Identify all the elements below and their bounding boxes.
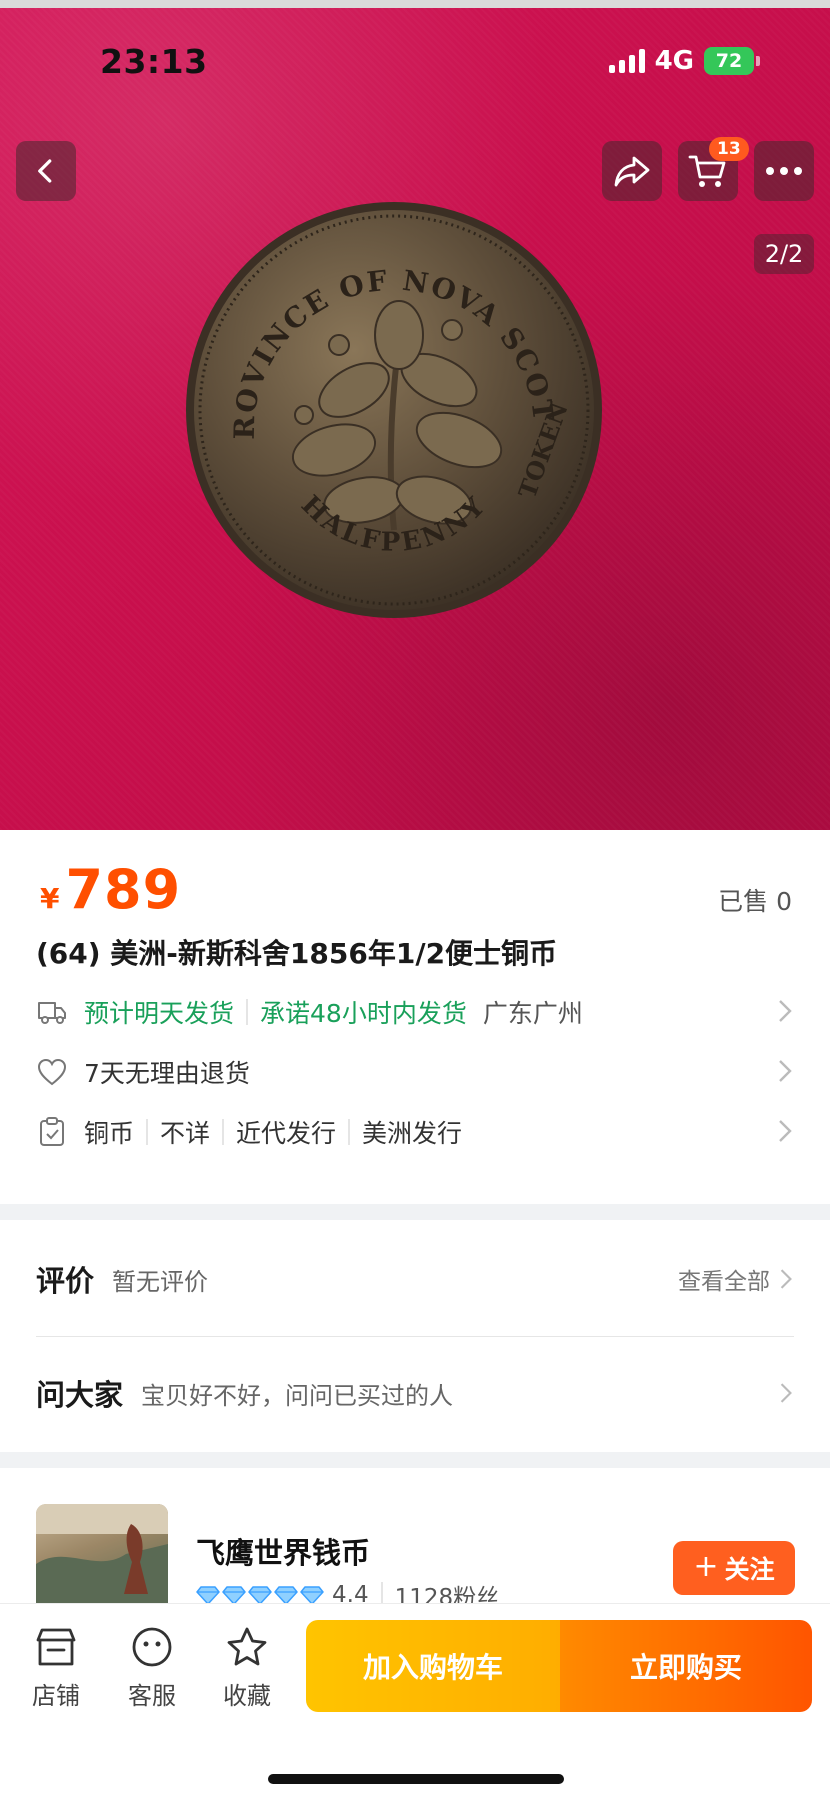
coin-photo: PROVINCE OF NOVA SCOTIA HALFPENNY TOKEN [184,200,602,618]
diamond-icon [274,1586,298,1605]
more-button[interactable] [754,141,814,201]
truck-icon [36,996,68,1028]
heart-shield-icon [36,1056,68,1088]
product-title: (64) 美洲-新斯科舍1856年1/2便士铜币 [36,937,558,970]
ask-title: 问大家 [36,1378,124,1412]
shop-name[interactable]: 飞鹰世界钱币 [196,1530,370,1572]
chevron-right-icon [779,1060,792,1082]
tab-label: 客服 [128,1682,176,1710]
clipboard-icon [36,1116,68,1148]
tab-favorite[interactable]: 收藏 [207,1626,287,1711]
tab-label: 收藏 [223,1682,271,1710]
shipping-promise: 承诺48小时内发货 [260,999,467,1028]
buy-now-button[interactable]: 立即购买 [560,1620,812,1712]
attr-tag: 铜币 [84,1119,135,1148]
reviews-title: 评价 [36,1264,95,1298]
status-time: 23:13 [100,42,208,81]
chevron-left-icon [38,159,52,183]
ask-row[interactable]: 问大家 宝贝好不好，问问已买过的人 [36,1372,794,1414]
signal-icon [608,49,645,73]
diamond-icon [300,1586,324,1605]
price: ¥ 789 [40,858,181,921]
separator [246,999,249,1025]
back-button[interactable] [16,141,76,201]
shipping-estimate: 预计明天发货 [84,999,235,1028]
chevron-right-icon [779,1000,792,1022]
chevron-right-icon [780,1383,792,1403]
attr-tag: 美洲发行 [362,1119,463,1148]
attributes-row[interactable]: 铜币 不详 近代发行 美洲发行 [36,1110,794,1154]
diamond-rating [196,1585,324,1605]
shop-card[interactable]: 飞鹰世界钱币 4.4 1128粉丝 + 关注 [0,1468,830,1636]
share-icon [614,156,650,187]
diamond-icon [248,1586,272,1605]
view-all-label: 查看全部 [678,1269,770,1295]
follow-label: 关注 [724,1555,775,1584]
star-icon [207,1626,287,1670]
separator [348,1119,351,1145]
tab-label: 店铺 [32,1682,80,1710]
tab-customer-service[interactable]: 客服 [112,1626,192,1711]
diamond-icon [222,1586,246,1605]
chevron-right-icon [779,1120,792,1142]
cart-count-badge: 13 [709,137,749,161]
bottom-action-bar: 店铺 客服 收藏 加入购物车 立即购买 [0,1603,830,1800]
ask-arrow[interactable] [778,1381,794,1405]
battery-level: 72 [704,47,754,75]
plus-icon: + [693,1549,719,1584]
returns-row[interactable]: 7天无理由退货 [36,1050,794,1094]
follow-button[interactable]: + 关注 [673,1541,795,1595]
separator [146,1119,149,1145]
chevron-right-icon [780,1269,792,1289]
attr-tag: 近代发行 [236,1119,337,1148]
reviews-row[interactable]: 评价 暂无评价 查看全部 [36,1258,794,1300]
top-edge [0,0,830,8]
attr-tag: 不详 [160,1119,211,1148]
row-divider [36,1336,794,1337]
separator [222,1119,225,1145]
store-icon [16,1626,96,1670]
reviews-status: 暂无评价 [112,1267,209,1296]
share-button[interactable] [602,141,662,201]
add-to-cart-button[interactable]: 加入购物车 [306,1620,560,1712]
image-pager: 2/2 [754,234,814,274]
battery-icon [756,56,760,66]
customer-service-icon [112,1626,192,1670]
diamond-icon [196,1586,220,1605]
ask-prompt: 宝贝好不好，问问已买过的人 [141,1381,454,1410]
view-all-reviews-link[interactable]: 查看全部 [678,1262,794,1296]
status-icons: 4G 72 [608,46,760,76]
currency-symbol: ¥ [40,882,60,915]
section-divider [0,1452,830,1468]
product-image-gallery[interactable]: 23:13 4G 72 13 2/2 ROVINCE OF NOVA SCOT … [0,0,830,830]
shipping-row[interactable]: 预计明天发货 承诺48小时内发货 广东广州 [36,990,794,1034]
returns-policy: 7天无理由退货 [84,1059,250,1088]
sold-count: 已售 0 [718,887,792,916]
network-type: 4G [654,46,694,76]
more-dots-icon [766,167,802,175]
tab-shop[interactable]: 店铺 [16,1626,96,1711]
shipping-location: 广东广州 [482,999,583,1028]
section-divider [0,1204,830,1220]
cart-button[interactable]: 13 [678,137,749,201]
price-value: 789 [65,858,182,921]
home-indicator [268,1774,564,1784]
